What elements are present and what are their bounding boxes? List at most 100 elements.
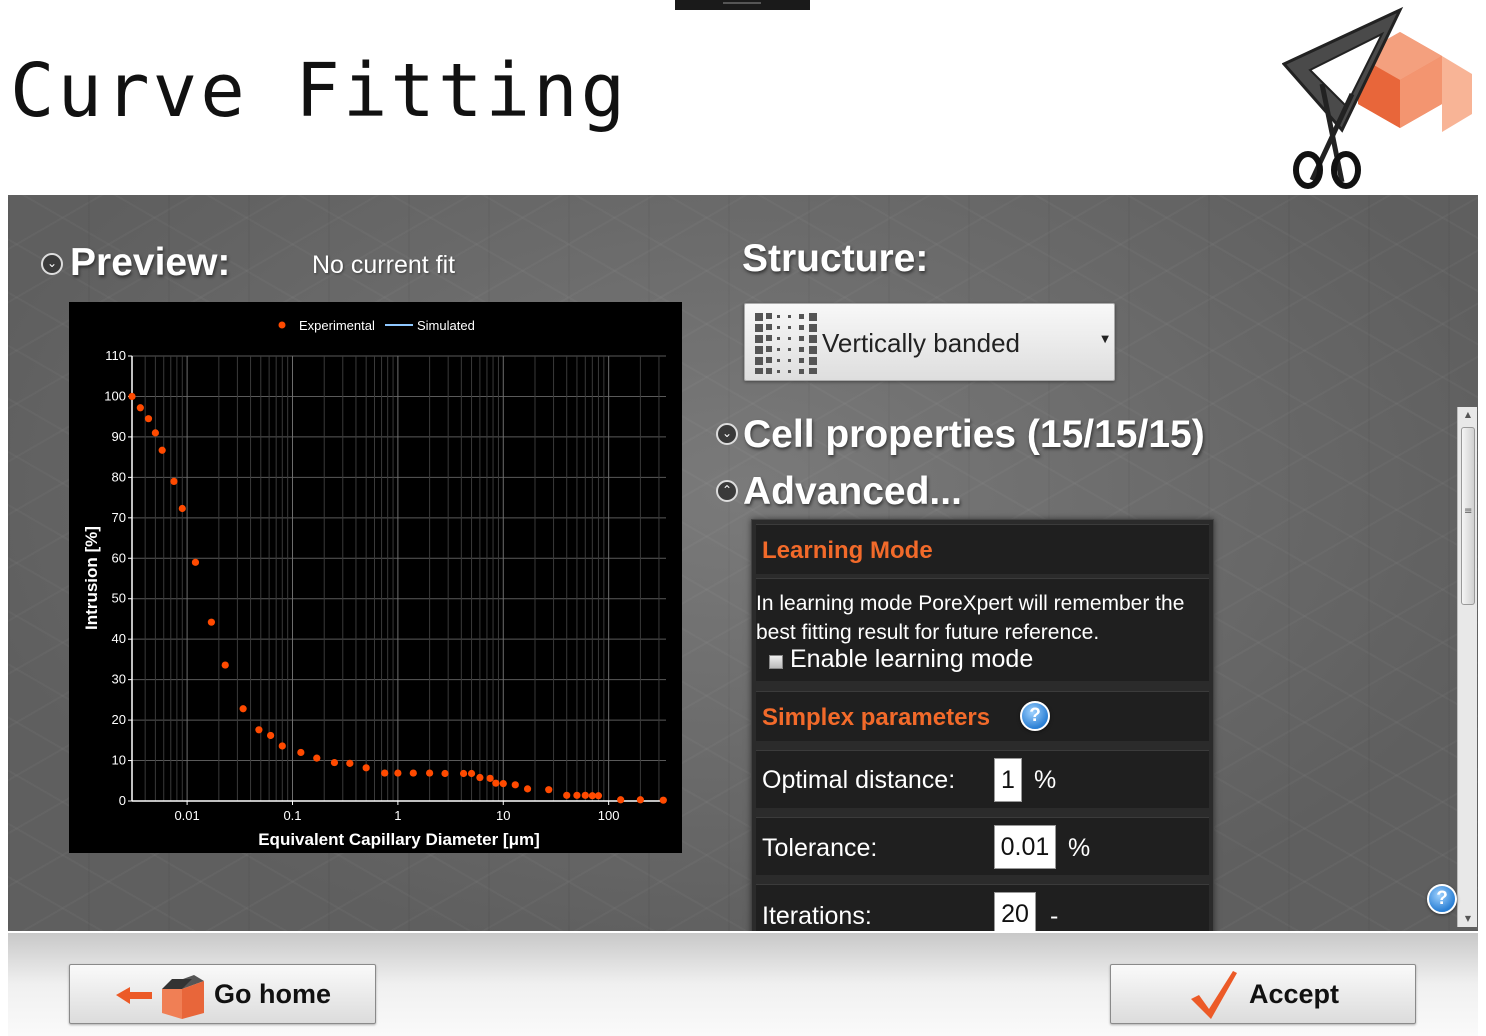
experimental-data-point [136, 404, 144, 412]
cell-properties-heading[interactable]: Cell properties (15/15/15) [743, 413, 1205, 457]
scroll-down-arrow-icon[interactable]: ▼ [1458, 911, 1478, 927]
preview-heading: Preview: [70, 241, 231, 284]
experimental-data-point [267, 731, 275, 740]
structure-dropdown[interactable]: Vertically banded ▼ [744, 303, 1115, 381]
accept-button[interactable]: Accept [1110, 964, 1416, 1024]
experimental-data-point [346, 759, 354, 767]
x-tick-label: 0.1 [283, 808, 301, 823]
experimental-data-point [594, 792, 603, 800]
legend-simulated-label: Simulated [417, 318, 475, 333]
experimental-data-point [409, 769, 417, 777]
y-tick-label: 60 [112, 550, 126, 565]
advanced-panel: Learning Mode In learning mode PoreXpert… [751, 519, 1214, 931]
experimental-data-point [221, 661, 229, 669]
accept-label: Accept [1249, 979, 1340, 1009]
experimental-data-point [492, 779, 500, 787]
experimental-data-point [426, 769, 434, 777]
legend-experimental-marker [278, 321, 286, 329]
y-tick-label: 70 [112, 510, 126, 525]
optimal-distance-input[interactable]: 1 [994, 758, 1022, 802]
enable-learning-mode-checkbox[interactable] [769, 655, 783, 669]
x-tick-label: 10 [496, 808, 510, 823]
tolerance-label: Tolerance: [762, 834, 878, 862]
scroll-up-arrow-icon[interactable]: ▲ [1458, 407, 1478, 423]
legend-experimental-label: Experimental [299, 318, 375, 333]
go-home-label: Go home [214, 979, 332, 1009]
intrusion-chart-svg: 01020304050607080901001100.01 0.1 1 10 100 E… [82, 318, 667, 849]
main-panel: ⌄ Preview: No current fit 0 10 20 30 40 50 60 7… [8, 195, 1478, 931]
scrollbar-thumb[interactable] [1461, 427, 1475, 605]
experimental-data-point [178, 504, 186, 513]
experimental-data-point [523, 785, 532, 793]
learning-mode-header: Learning Mode [756, 524, 1209, 574]
x-axis-label: Equivalent Capillary Diameter [μm] [258, 830, 540, 849]
settings-scrollbar[interactable]: ▲ ▼ [1457, 407, 1477, 927]
experimental-data-point [467, 769, 476, 778]
y-axis-label: Intrusion [%] [82, 526, 101, 630]
advanced-heading[interactable]: Advanced... [743, 470, 962, 514]
learning-mode-body: In learning mode PoreXpert will remember… [756, 578, 1209, 681]
structure-heading: Structure: [742, 237, 929, 280]
experimental-data-point [486, 774, 494, 782]
checkmark-icon [1191, 971, 1237, 1019]
experimental-data-point [581, 791, 589, 799]
fit-status-text: No current fit [312, 251, 456, 279]
x-tick-label: 100 [598, 808, 620, 823]
iterations-row: Iterations: 20 - [756, 884, 1209, 931]
preview-collapse-toggle-icon[interactable]: ⌄ [41, 253, 63, 275]
optimal-distance-unit: % [1034, 766, 1057, 794]
tolerance-input[interactable]: 0.01 [994, 825, 1056, 869]
experimental-data-point [563, 791, 571, 799]
x-tick-label: 0.01 [174, 808, 199, 823]
home-arrow-icon [116, 975, 204, 1019]
experimental-data-point [636, 796, 644, 804]
experimental-data-point [617, 796, 625, 804]
dropdown-arrow-icon: ▼ [1101, 334, 1109, 345]
iterations-input[interactable]: 20 [994, 892, 1036, 931]
curve-fitting-logo-icon [1282, 6, 1472, 189]
tolerance-row: Tolerance: 0.01 % [756, 817, 1209, 875]
experimental-data-point [545, 786, 553, 794]
experimental-data-point [330, 758, 339, 767]
experimental-data-point [297, 748, 305, 757]
intrusion-chart: 0 10 20 30 40 50 60 70 80 90 100 110 0.01 0.1 1 10 100 E… [69, 302, 682, 853]
experimental-data-point [170, 477, 178, 486]
go-home-button[interactable]: Go home [69, 964, 376, 1024]
y-tick-label: 10 [112, 753, 126, 768]
experimental-data-point [499, 780, 507, 788]
optimal-distance-row: Optimal distance: 1 % [756, 750, 1209, 808]
y-tick-label: 110 [105, 348, 126, 363]
cell-properties-expand-toggle-icon[interactable]: ⌄ [716, 423, 738, 445]
experimental-data-point [128, 392, 136, 401]
learning-mode-description-line1: In learning mode PoreXpert will remember… [756, 592, 1185, 615]
experimental-data-point [278, 742, 286, 750]
help-icon[interactable]: ? [1427, 884, 1457, 914]
tolerance-unit: % [1068, 834, 1091, 862]
simplex-header: Simplex parameters ? [756, 691, 1209, 741]
y-tick-label: 80 [112, 469, 126, 484]
experimental-data-point [255, 726, 263, 734]
structure-selected-value: Vertically banded [822, 328, 1021, 358]
y-tick-label: 0 [119, 793, 126, 808]
experimental-data-point [441, 769, 449, 778]
experimental-data-point [313, 754, 321, 762]
experimental-data-point [476, 773, 484, 782]
enable-learning-mode-label[interactable]: Enable learning mode [790, 645, 1033, 674]
experimental-data-point [158, 446, 166, 454]
vertically-banded-grid-icon [755, 313, 817, 374]
experimental-data-point [144, 415, 153, 423]
experimental-data-point [459, 769, 468, 778]
learning-mode-description-line2: best fitting result for future reference… [756, 621, 1100, 644]
experimental-data-point [151, 429, 159, 437]
y-tick-label: 100 [104, 388, 126, 403]
experimental-data-point [362, 764, 370, 772]
settings-scroll-region[interactable]: ⌄ Cell properties (15/15/15) ⌃ Advanced.… [708, 407, 1478, 931]
experimental-data-point [511, 781, 519, 789]
advanced-collapse-toggle-icon[interactable]: ⌃ [716, 480, 738, 502]
simplex-help-icon[interactable]: ? [1020, 701, 1050, 731]
experimental-data-point [239, 705, 247, 713]
experimental-data-point [191, 558, 200, 566]
top-window-tab[interactable] [675, 0, 810, 10]
experimental-data-point [573, 791, 581, 799]
bottom-bar: Go home Accept [8, 931, 1478, 1036]
